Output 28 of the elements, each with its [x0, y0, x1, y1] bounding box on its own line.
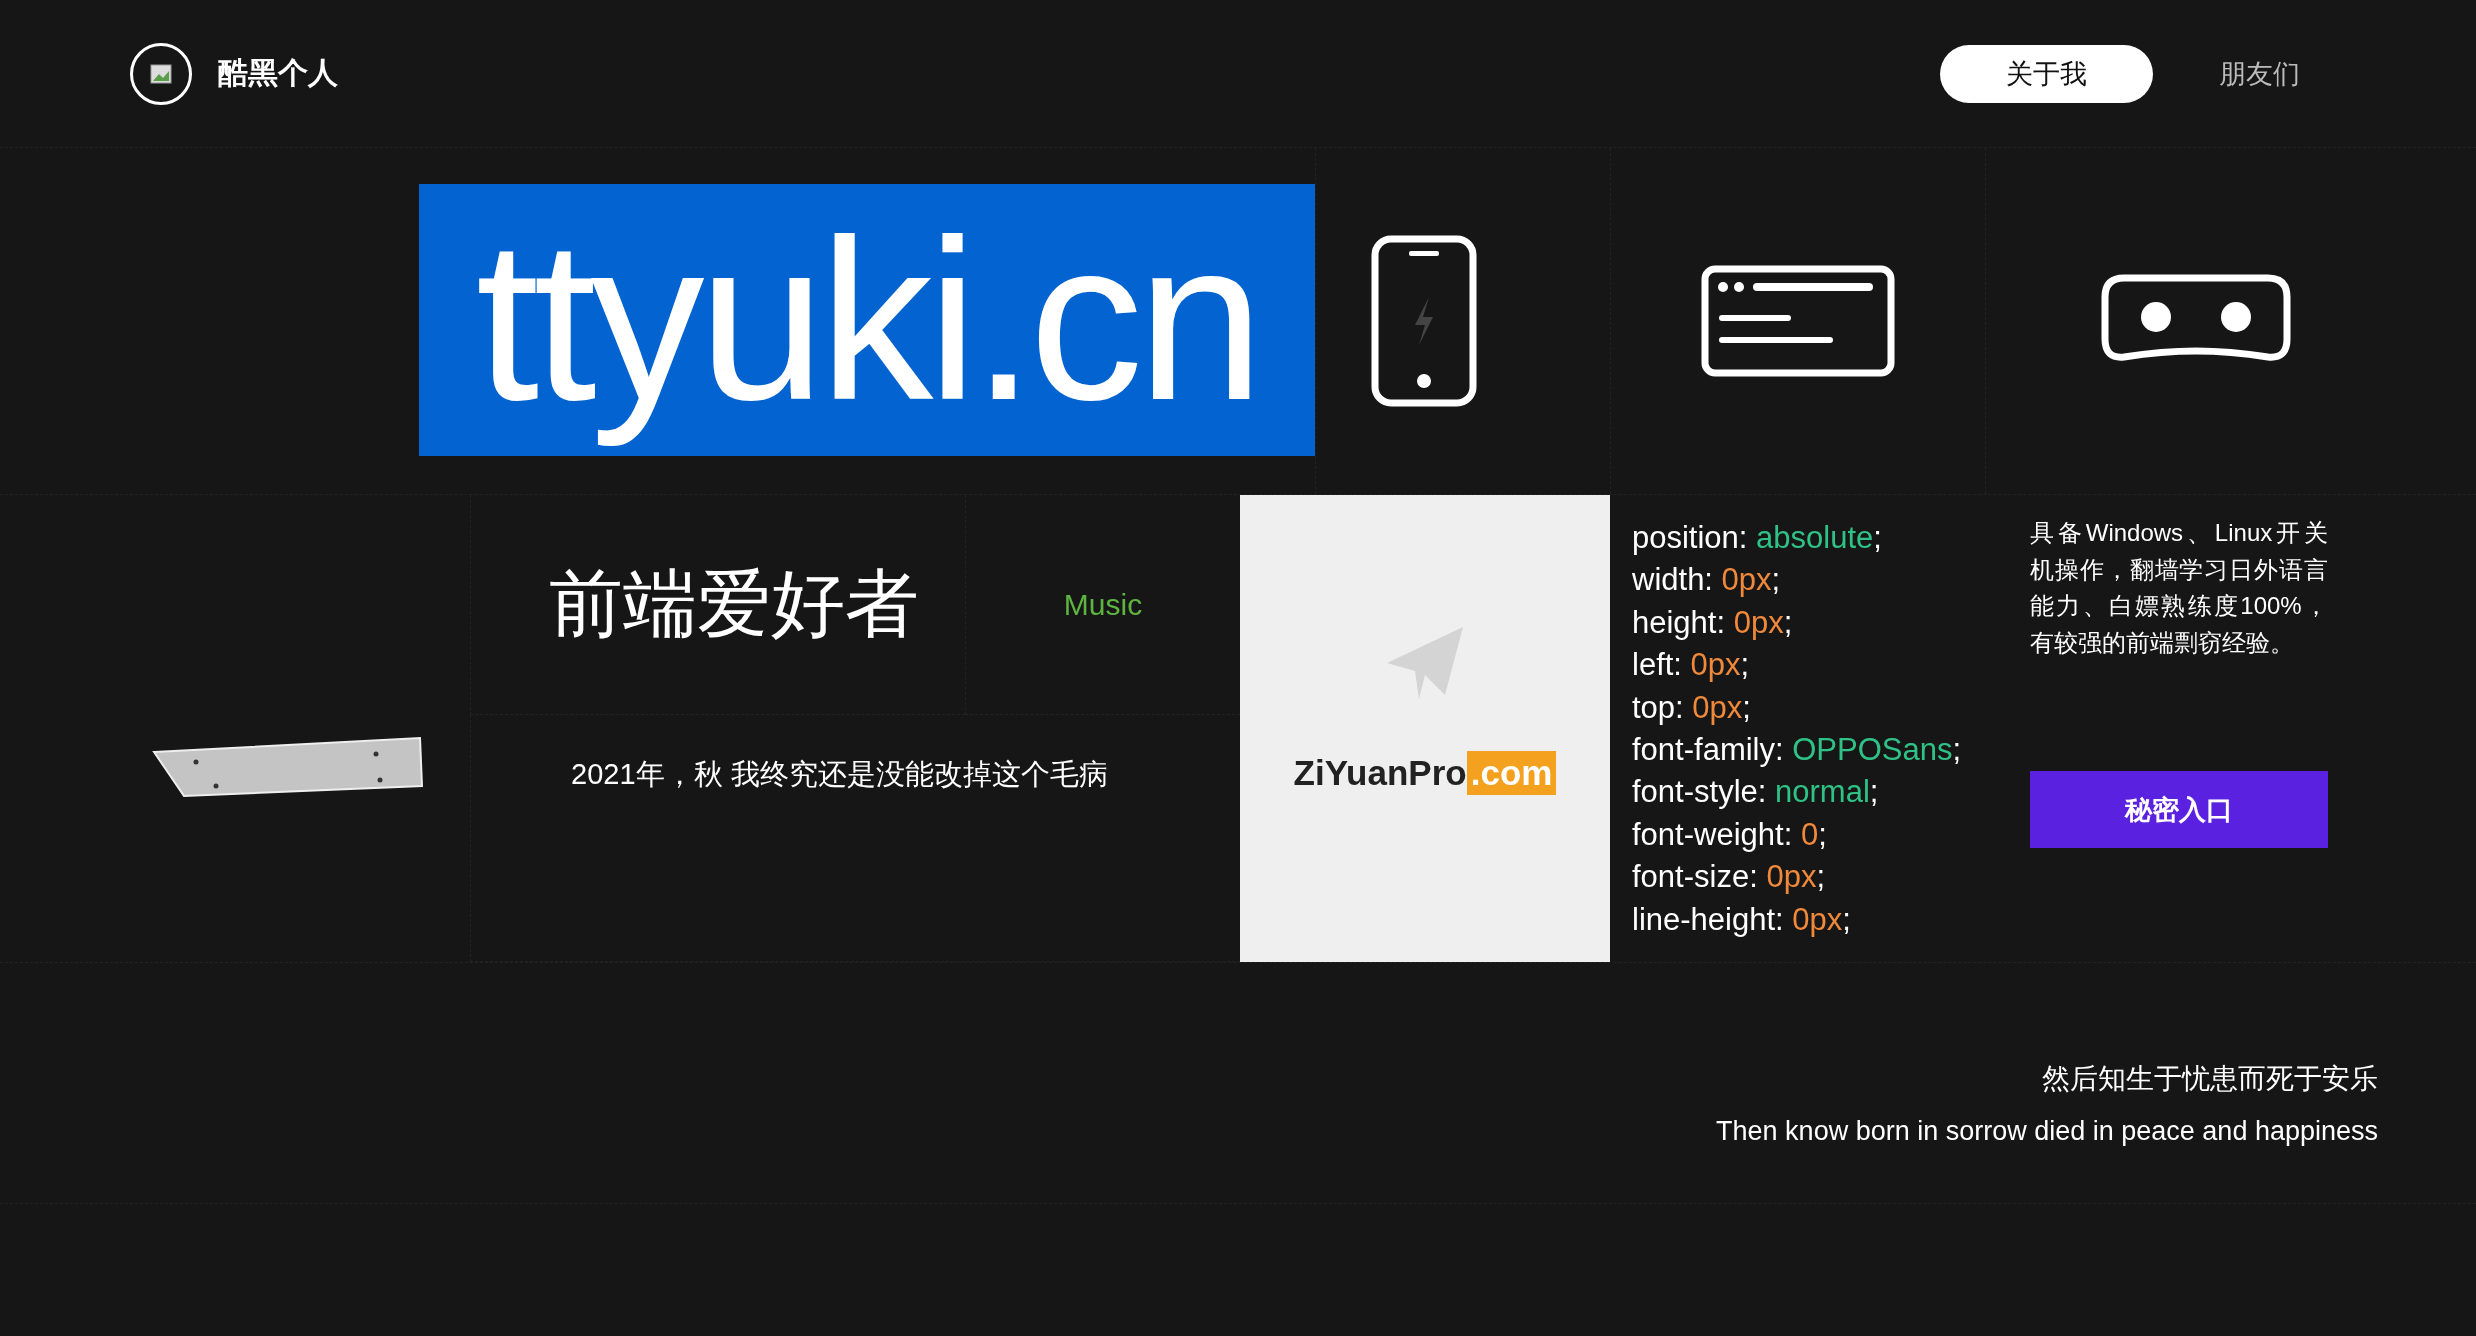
code-line: top: 0px; [1632, 688, 1752, 727]
music-link[interactable]: Music [1063, 587, 1143, 622]
code-line: font-style: normal; [1632, 773, 1880, 812]
site-name: 酷黑个人 [218, 55, 338, 91]
terminal-window-icon [1701, 265, 1895, 377]
code-line: font-weight: 0; [1632, 815, 1828, 854]
code-line: line-height: 0px; [1632, 900, 1852, 939]
nav-link[interactable]: 朋友们 [2219, 44, 2300, 103]
note-text: 2021年，秋 我终究还是没能改掉这个毛病 [571, 757, 1108, 792]
code-line: height: 0px; [1632, 603, 1794, 642]
code-line: width: 0px; [1632, 561, 1782, 600]
avatar-circle[interactable] [130, 42, 192, 105]
secret-entry-button[interactable]: 秘密入口 [2030, 771, 2328, 848]
quote-english: Then know born in sorrow died in peace and happiness [1716, 1115, 2378, 1147]
hobby-title: 前端爱好者 [549, 560, 919, 647]
phone-icon [1371, 235, 1477, 407]
broken-image-icon [149, 61, 173, 86]
code-line: font-size: 0px; [1632, 858, 1826, 897]
quote-chinese: 然后知生于忧患而死于安乐 [2042, 1061, 2378, 1096]
domain-title: ttyuki.cn [419, 184, 1315, 456]
about-text: 具备Windows、Linux开关机操作，翻墙学习日外语言能力、白嫖熟练度100%，有较强的前端剽窃经验。 [2030, 518, 2328, 658]
nav-link[interactable]: 关于我 [1940, 44, 2153, 103]
sponsor-banner[interactable]: ZiYuanPro.com [1240, 495, 1610, 962]
sponsor-suffix: .com [1466, 751, 1557, 795]
code-line: font-family: OPPOSans; [1632, 731, 1963, 770]
code-line: position: absolute; [1632, 519, 1883, 557]
sponsor-name: ZiYuanPro [1293, 753, 1467, 793]
code-line: left: 0px; [1632, 646, 1751, 685]
